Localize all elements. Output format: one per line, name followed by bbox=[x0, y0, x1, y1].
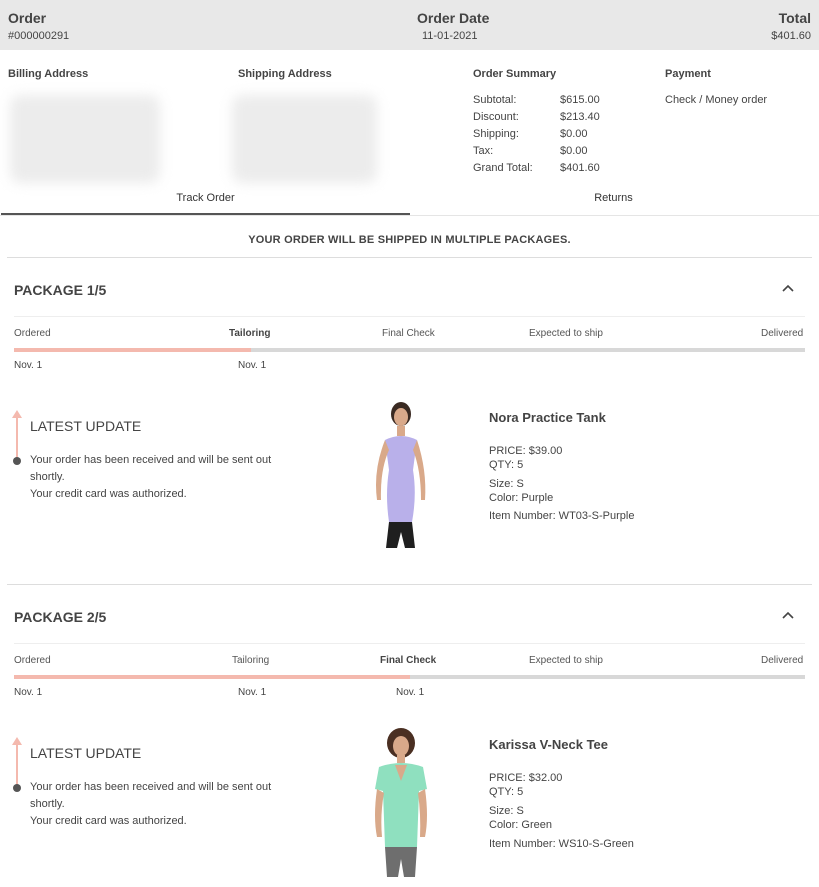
divider bbox=[7, 257, 812, 258]
step-ordered: Ordered bbox=[14, 328, 51, 339]
chevron-up-icon[interactable] bbox=[780, 608, 796, 624]
order-date-value: 11-01-2021 bbox=[422, 30, 478, 42]
product-price: PRICE: $32.00 bbox=[489, 772, 563, 784]
progress-bar bbox=[14, 348, 805, 352]
product-size: Size: S bbox=[489, 478, 524, 490]
product-item-number: Item Number: WS10-S-Green bbox=[489, 838, 634, 850]
payment-title: Payment bbox=[665, 68, 711, 80]
latest-update-title: LATEST UPDATE bbox=[30, 418, 142, 434]
progress-bar bbox=[14, 675, 805, 679]
step-expected-to-ship: Expected to ship bbox=[529, 328, 603, 339]
timeline-line bbox=[16, 416, 18, 460]
summary-row-grand-total: Grand Total: $401.60 bbox=[473, 162, 600, 174]
product-image[interactable] bbox=[355, 400, 445, 550]
product-name[interactable]: Karissa V-Neck Tee bbox=[489, 737, 608, 752]
order-total-value: $401.60 bbox=[771, 30, 811, 42]
summary-row-discount: Discount: $213.40 bbox=[473, 111, 600, 123]
product-color: Color: Green bbox=[489, 819, 552, 831]
summary-row-shipping: Shipping: $0.00 bbox=[473, 128, 588, 140]
product-qty: QTY: 5 bbox=[489, 459, 524, 471]
step-delivered: Delivered bbox=[761, 328, 804, 339]
shipping-address-title: Shipping Address bbox=[238, 68, 332, 80]
tab-returns[interactable]: Returns bbox=[409, 192, 818, 204]
tab-active-indicator bbox=[1, 213, 410, 215]
step-ordered: Ordered bbox=[14, 655, 51, 666]
product-image[interactable] bbox=[355, 727, 445, 877]
step-date: Nov. 1 bbox=[14, 360, 43, 371]
product-size: Size: S bbox=[489, 805, 524, 817]
latest-update-text: Your order has been received and will be… bbox=[30, 781, 272, 827]
step-final-check: Final Check bbox=[382, 328, 435, 339]
step-tailoring: Tailoring bbox=[232, 655, 270, 666]
shipping-address-blurred bbox=[232, 95, 377, 183]
step-expected-to-ship: Expected to ship bbox=[529, 655, 603, 666]
step-tailoring: Tailoring bbox=[229, 328, 271, 339]
progress-fill bbox=[14, 675, 410, 679]
timeline-dot bbox=[13, 784, 21, 792]
divider bbox=[7, 584, 812, 585]
tab-track-order[interactable]: Track Order bbox=[1, 192, 410, 204]
timeline-dot bbox=[13, 457, 21, 465]
timeline-line bbox=[16, 743, 18, 787]
payment-method: Check / Money order bbox=[665, 94, 768, 106]
billing-address-blurred bbox=[10, 95, 160, 183]
billing-address-title: Billing Address bbox=[8, 68, 89, 80]
order-date-label: Order Date bbox=[417, 10, 490, 26]
chevron-up-icon[interactable] bbox=[780, 281, 796, 297]
order-number: #000000291 bbox=[8, 30, 70, 42]
latest-update-text: Your order has been received and will be… bbox=[30, 454, 272, 500]
package-title: PACKAGE 2/5 bbox=[14, 609, 107, 625]
product-color: Color: Purple bbox=[489, 492, 554, 504]
order-header: Order #000000291 Order Date 11-01-2021 T… bbox=[0, 0, 819, 50]
step-date: Nov. 1 bbox=[238, 687, 267, 698]
step-delivered: Delivered bbox=[761, 655, 804, 666]
order-label: Order bbox=[8, 10, 47, 26]
product-item-number: Item Number: WT03-S-Purple bbox=[489, 510, 635, 522]
package-title: PACKAGE 1/5 bbox=[14, 282, 107, 298]
step-date: Nov. 1 bbox=[238, 360, 267, 371]
order-summary-title: Order Summary bbox=[473, 68, 557, 80]
multiple-packages-notice: YOUR ORDER WILL BE SHIPPED IN MULTIPLE P… bbox=[248, 234, 571, 246]
product-qty: QTY: 5 bbox=[489, 786, 524, 798]
order-total-label: Total bbox=[778, 10, 811, 26]
product-name[interactable]: Nora Practice Tank bbox=[489, 410, 606, 425]
latest-update-title: LATEST UPDATE bbox=[30, 745, 142, 761]
divider bbox=[14, 316, 805, 317]
summary-row-subtotal: Subtotal: $615.00 bbox=[473, 94, 600, 106]
product-price: PRICE: $39.00 bbox=[489, 445, 563, 457]
tab-divider bbox=[0, 215, 819, 216]
summary-row-tax: Tax: $0.00 bbox=[473, 145, 588, 157]
progress-fill bbox=[14, 348, 252, 352]
step-date: Nov. 1 bbox=[396, 687, 425, 698]
divider bbox=[14, 643, 805, 644]
step-final-check: Final Check bbox=[380, 655, 437, 666]
step-date: Nov. 1 bbox=[14, 687, 43, 698]
